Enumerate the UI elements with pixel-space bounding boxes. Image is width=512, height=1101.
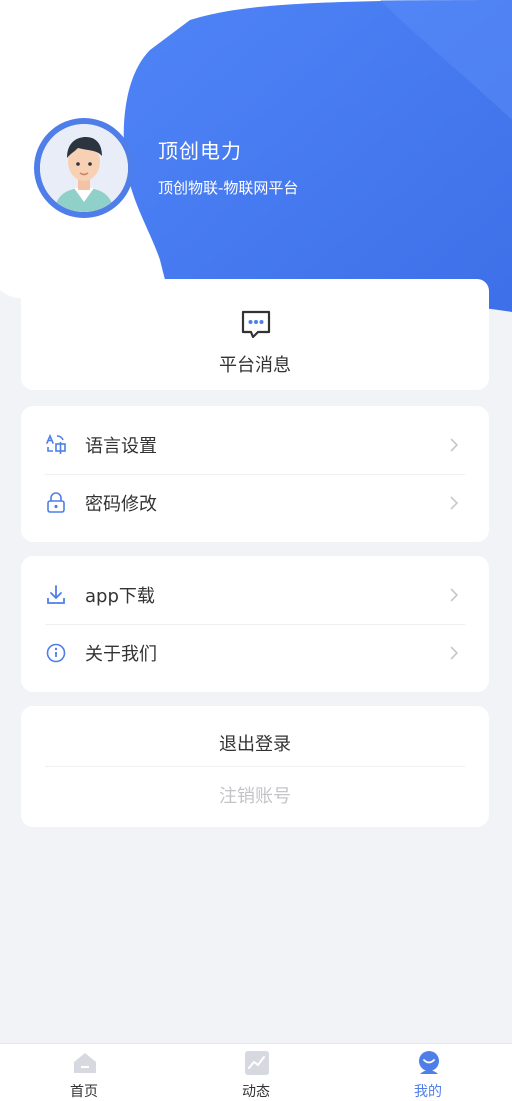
- chevron-right-icon: [449, 436, 459, 454]
- tab-activity-label: 动态: [242, 1084, 270, 1100]
- password-change-row[interactable]: 密码修改: [21, 474, 489, 532]
- password-change-label: 密码修改: [85, 494, 157, 515]
- account-card: 退出登录 注销账号: [21, 706, 489, 827]
- app-download-label: app下载: [85, 586, 155, 607]
- settings-card: 语言设置 密码修改: [21, 406, 489, 542]
- language-settings-label: 语言设置: [85, 436, 157, 457]
- logout-button[interactable]: 退出登录: [21, 730, 489, 756]
- bottom-tab-bar: 首页 动态 我的: [0, 1043, 512, 1101]
- chevron-right-icon: [449, 586, 459, 604]
- app-download-row[interactable]: app下载: [21, 566, 489, 624]
- chevron-right-icon: [449, 644, 459, 662]
- divider: [45, 766, 465, 767]
- lock-icon: [45, 492, 67, 514]
- info-icon: [45, 642, 67, 664]
- avatar[interactable]: [34, 118, 134, 218]
- tab-mine-label: 我的: [414, 1084, 442, 1100]
- chart-icon: [244, 1050, 270, 1076]
- platform-messages-card[interactable]: 平台消息: [21, 279, 489, 390]
- about-us-label: 关于我们: [85, 644, 157, 665]
- profile-subtitle: 顶创物联-物联网平台: [158, 179, 299, 197]
- about-us-row[interactable]: 关于我们: [21, 624, 489, 682]
- profile-icon: [416, 1050, 442, 1076]
- tab-activity[interactable]: 动态: [196, 1044, 316, 1101]
- tab-mine[interactable]: 我的: [368, 1044, 488, 1101]
- deregister-account-button[interactable]: 注销账号: [21, 782, 489, 808]
- info-card: app下载 关于我们: [21, 556, 489, 692]
- platform-messages-label: 平台消息: [219, 355, 291, 376]
- tab-home[interactable]: 首页: [24, 1044, 144, 1101]
- tab-home-label: 首页: [70, 1084, 98, 1100]
- message-icon: [239, 307, 273, 341]
- download-icon: [45, 584, 67, 606]
- avatar-illustration: [40, 124, 128, 212]
- language-settings-row[interactable]: 语言设置: [21, 416, 489, 474]
- home-icon: [72, 1050, 98, 1076]
- translate-icon: [45, 433, 67, 456]
- profile-name: 顶创电力: [158, 139, 242, 163]
- chevron-right-icon: [449, 494, 459, 512]
